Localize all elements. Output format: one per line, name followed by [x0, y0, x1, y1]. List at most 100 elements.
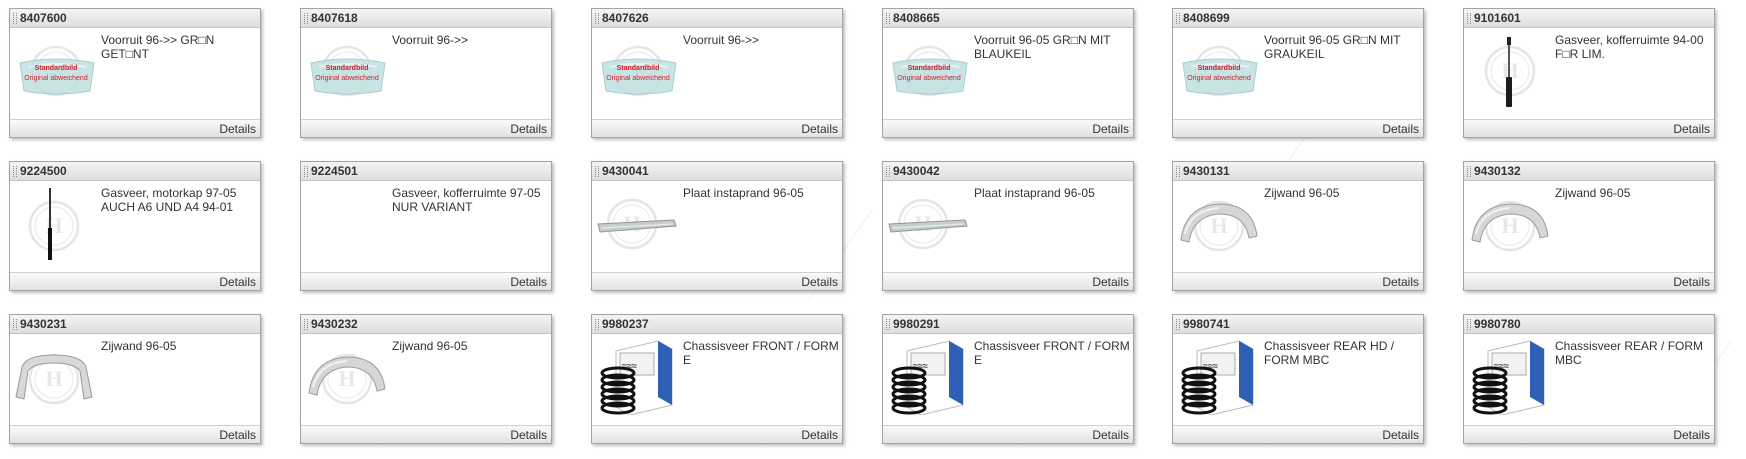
card-footer: Details [10, 272, 260, 290]
product-card[interactable]: 8407618HStandardbildOriginal abweichendV… [300, 8, 552, 138]
product-card[interactable]: 9980291 ≈≈≈ Chassisveer FRONT / FORM E Deta… [882, 314, 1134, 444]
stamp-line-1: Standardbild [326, 65, 369, 72]
product-image[interactable]: H [305, 339, 389, 415]
article-number-text: 9980780 [1474, 317, 1521, 331]
product-card[interactable]: 8408699HStandardbildOriginal abweichendV… [1172, 8, 1424, 138]
drag-grip-icon [304, 13, 308, 24]
details-link[interactable]: Details [1673, 122, 1710, 136]
article-number: 8408665 [883, 9, 1133, 28]
product-grid: 8407600 H Standardbild Original abweichend V… [0, 0, 1746, 459]
product-image[interactable]: H [1177, 186, 1261, 262]
details-link[interactable]: Details [1092, 122, 1129, 136]
product-card[interactable]: 9980237 ≈≈≈ Chassisveer FRONT / FORM E Deta… [591, 314, 843, 444]
product-card[interactable]: 9430231 H Zijwand 96-05 Details [9, 314, 261, 444]
article-number-text: 8407600 [20, 11, 67, 25]
details-link[interactable]: Details [1092, 428, 1129, 442]
product-card[interactable]: 9430041 HPlaat instaprand 96-05 Details [591, 161, 843, 291]
card-footer: Details [883, 425, 1133, 443]
article-number: 9430231 [10, 315, 260, 334]
details-link[interactable]: Details [219, 275, 256, 289]
product-card[interactable]: 9430131 H Zijwand 96-05 Details [1172, 161, 1424, 291]
details-link[interactable]: Details [1673, 428, 1710, 442]
article-number: 9430132 [1464, 162, 1714, 181]
product-image[interactable]: H [14, 339, 98, 415]
drag-grip-icon [1176, 319, 1180, 330]
stamp-line-1: Standardbild [1198, 65, 1241, 72]
stamp-line-2: Original abweichend [24, 75, 88, 82]
product-image[interactable]: H [1468, 33, 1552, 109]
details-link[interactable]: Details [510, 275, 547, 289]
product-image[interactable]: H [1468, 186, 1552, 262]
svg-text:H: H [1210, 213, 1227, 238]
product-card[interactable]: 8407626 HStandardbildOriginal abweichendV… [591, 8, 843, 138]
article-number: 9430042 [883, 162, 1133, 181]
stamp-line-2: Original abweichend [315, 75, 379, 82]
product-card[interactable]: 9980780 ≈≈≈ Chassisveer REAR / FORM MBC Det… [1463, 314, 1715, 444]
details-link[interactable]: Details [219, 428, 256, 442]
article-number: 8407626 [592, 9, 842, 28]
article-number-text: 9430132 [1474, 164, 1521, 178]
stamp-line-2: Original abweichend [606, 75, 670, 82]
details-link[interactable]: Details [1092, 275, 1129, 289]
card-footer: Details [301, 272, 551, 290]
details-link[interactable]: Details [801, 428, 838, 442]
product-card[interactable]: 9101601 HGasveer, kofferruimte 94-00 F□R … [1463, 8, 1715, 138]
product-card[interactable]: 9430042 HPlaat instaprand 96-05 Details [882, 161, 1134, 291]
details-link[interactable]: Details [801, 275, 838, 289]
product-card[interactable]: 9430232 H Zijwand 96-05 Details [300, 314, 552, 444]
product-image[interactable]: ≈≈≈ [596, 339, 680, 415]
drag-grip-icon [1467, 319, 1471, 330]
article-number-text: 9224500 [20, 164, 67, 178]
article-number: 9430232 [301, 315, 551, 334]
product-card[interactable]: 9980741 ≈≈≈ Chassisveer REAR HD / FORM MBC… [1172, 314, 1424, 444]
drag-grip-icon [13, 319, 17, 330]
stamp-line-1: Standardbild [908, 65, 951, 72]
product-card[interactable]: 8407600 HStandardbildOriginal abweichendV… [9, 8, 261, 138]
product-image[interactable]: HStandardbildOriginal abweichend [305, 33, 389, 109]
details-link[interactable]: Details [1382, 122, 1419, 136]
product-image[interactable]: HStandardbildOriginal abweichend [14, 33, 98, 109]
product-card[interactable]: 8408665HStandardbildOriginal abweichendV… [882, 8, 1134, 138]
product-description: Gasveer, motorkap 97-05 AUCH A6 UND A4 9… [101, 186, 237, 214]
drag-grip-icon [13, 13, 17, 24]
drag-grip-icon [1467, 166, 1471, 177]
product-card[interactable]: 9224500 H Gasveer, motorkap 97-05 AUCH A6 … [9, 161, 261, 291]
product-image[interactable]: H [887, 186, 971, 262]
details-link[interactable]: Details [219, 122, 256, 136]
drag-grip-icon [886, 166, 890, 177]
product-card[interactable]: 9430132 H Zijwand 96-05 Details [1463, 161, 1715, 291]
card-footer: Details [1173, 425, 1423, 443]
article-number: 9101601 [1464, 9, 1714, 28]
product-image[interactable] [305, 186, 389, 262]
product-description: Voorruit 96->> [683, 33, 760, 47]
details-link[interactable]: Details [1382, 428, 1419, 442]
details-link[interactable]: Details [1673, 275, 1710, 289]
product-image[interactable]: HStandardbildOriginal abweichend [887, 33, 971, 109]
drag-grip-icon [1176, 166, 1180, 177]
drag-grip-icon [13, 166, 17, 177]
product-image[interactable]: ≈≈≈ [887, 339, 971, 415]
product-description: Gasveer, kofferruimte 97-05 NUR VARIANT [392, 186, 541, 214]
product-image[interactable]: ≈≈≈ [1468, 339, 1552, 415]
article-number-text: 9980237 [602, 317, 649, 331]
article-number-text: 9430042 [893, 164, 940, 178]
product-description: Plaat instaprand 96-05 [683, 186, 804, 200]
drag-grip-icon [595, 166, 599, 177]
product-image[interactable]: H [596, 186, 680, 262]
drag-grip-icon [1176, 13, 1180, 24]
details-link[interactable]: Details [1382, 275, 1419, 289]
product-image[interactable]: ≈≈≈ [1177, 339, 1261, 415]
drag-grip-icon [304, 319, 308, 330]
product-card[interactable]: 9224501 Gasveer, kofferruimte 97-05 NUR V… [300, 161, 552, 291]
details-link[interactable]: Details [801, 122, 838, 136]
product-image[interactable]: H [14, 186, 98, 262]
details-link[interactable]: Details [510, 122, 547, 136]
card-footer: Details [1464, 119, 1714, 137]
article-number-text: 9430232 [311, 317, 358, 331]
details-link[interactable]: Details [510, 428, 547, 442]
product-image[interactable]: HStandardbildOriginal abweichend [596, 33, 680, 109]
product-image[interactable]: HStandardbildOriginal abweichend [1177, 33, 1261, 109]
product-description: Voorruit 96->> GR□N GET□NT [101, 33, 215, 61]
drag-grip-icon [595, 319, 599, 330]
product-description: Zijwand 96-05 [1264, 186, 1340, 200]
